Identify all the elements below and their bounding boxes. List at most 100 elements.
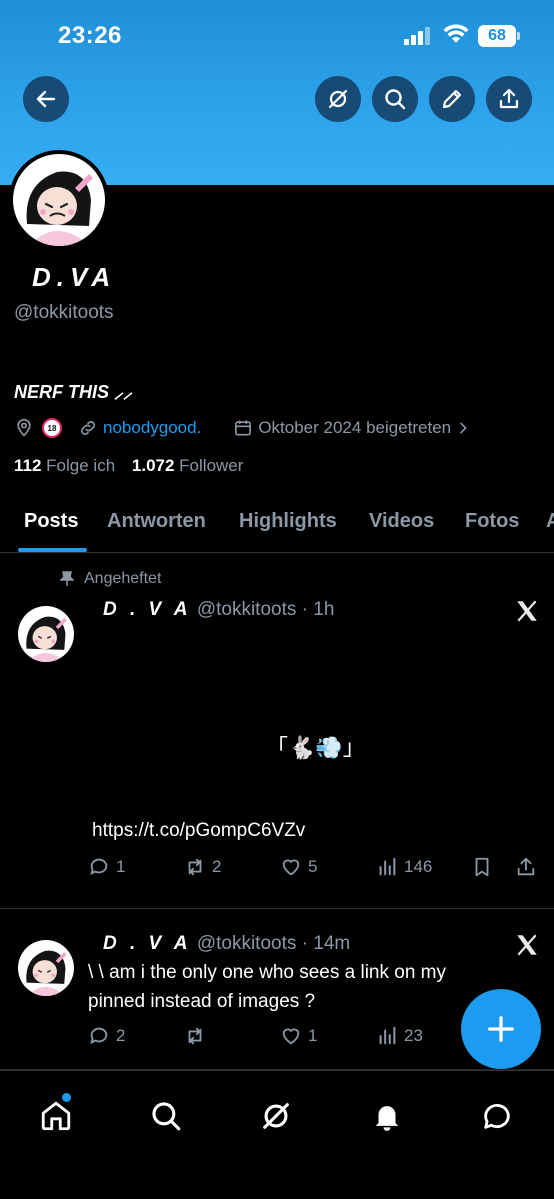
home-unread-dot — [62, 1093, 71, 1102]
share-button[interactable] — [486, 76, 532, 122]
edit-button[interactable] — [429, 76, 475, 122]
bookmark-icon — [475, 857, 489, 877]
search-button[interactable] — [372, 76, 418, 122]
search-icon — [152, 1102, 181, 1131]
repost-button[interactable] — [184, 1025, 212, 1047]
like-count: 5 — [308, 857, 318, 876]
bookmark-button[interactable] — [471, 856, 493, 878]
nav-notifications[interactable] — [370, 1099, 404, 1133]
pin-icon — [60, 571, 74, 586]
tab-photos[interactable]: Fotos — [465, 510, 519, 533]
heart-icon — [282, 859, 300, 876]
post-actions: 1 2 5 146 — [88, 856, 548, 880]
notifications-bell-icon — [375, 1106, 399, 1131]
tab-videos[interactable]: Videos — [369, 510, 434, 533]
back-arrow-icon — [36, 90, 56, 108]
nav-grok[interactable] — [259, 1099, 293, 1133]
grok-icon — [263, 1103, 289, 1129]
view-count: 146 — [404, 857, 433, 876]
reply-button[interactable]: 2 — [88, 1025, 125, 1047]
views-button[interactable]: 23 — [376, 1025, 423, 1047]
reply-count: 1 — [116, 857, 126, 876]
like-button[interactable]: 1 — [280, 1025, 317, 1047]
profile-display-name: D.VA — [32, 262, 117, 292]
post-header: D . V A @tokkitoots · 1h — [103, 599, 334, 621]
share-icon — [517, 857, 535, 876]
profile-bio: NERF THIS ⸝⸝ — [14, 382, 133, 402]
grok-button[interactable] — [315, 76, 361, 122]
search-icon — [385, 89, 406, 110]
post-author-name[interactable]: D . V A — [103, 933, 192, 954]
avatar-illustration — [18, 940, 74, 996]
battery-indicator: 68 — [478, 25, 520, 47]
link-icon — [81, 421, 95, 435]
status-time: 23:26 — [58, 22, 122, 49]
heart-icon — [282, 1028, 300, 1045]
post-author-name[interactable]: D . V A — [103, 599, 192, 620]
post-link[interactable]: https://t.co/pGompC6VZv — [92, 816, 305, 845]
profile-follow-counts: 112 Folge ich 1.072 Follower — [14, 456, 243, 476]
status-bar: 23:26 68 — [0, 0, 554, 70]
active-tab-indicator — [18, 548, 87, 552]
share-icon — [499, 88, 519, 109]
post-author-handle[interactable]: @tokkitoots — [197, 933, 297, 954]
followers-link[interactable]: 1.072 Follower — [132, 456, 244, 475]
tab-posts[interactable]: Posts — [24, 510, 78, 533]
view-count: 23 — [404, 1026, 423, 1045]
plus-icon — [488, 1016, 514, 1042]
x-logo-icon[interactable] — [514, 932, 540, 958]
compose-post-button[interactable] — [461, 989, 541, 1069]
reply-count: 2 — [116, 1026, 126, 1045]
reply-button[interactable]: 1 — [88, 856, 125, 878]
repost-count: 2 — [212, 857, 222, 876]
back-button[interactable] — [23, 76, 69, 122]
tab-replies[interactable]: Antworten — [107, 510, 206, 533]
location-pin-icon — [17, 418, 31, 437]
profile-joined-date[interactable]: Oktober 2024 beigetreten — [258, 418, 451, 438]
profile-tabs: Posts Antworten Highlights Videos Fotos … — [0, 500, 554, 553]
post-text-line-1: \ \ am i the only one who sees a link on… — [88, 962, 447, 983]
profile-website-link[interactable]: nobodygood. — [103, 418, 201, 438]
post-time[interactable]: · 14m — [302, 933, 351, 954]
nav-search[interactable] — [149, 1099, 183, 1133]
profile-handle: @tokkitoots — [14, 302, 114, 323]
grok-icon — [328, 89, 348, 109]
post-avatar[interactable] — [18, 606, 74, 662]
tab-articles-partial[interactable]: A — [546, 510, 554, 533]
pinned-indicator: Angeheftet — [60, 570, 161, 588]
x-logo-icon[interactable] — [514, 598, 540, 624]
profile-meta-row: 18 nobodygood. Oktober 2024 beigetreten — [14, 416, 471, 440]
post-time[interactable]: · 1h — [302, 599, 335, 620]
repost-button[interactable]: 2 — [184, 856, 221, 878]
chevron-right-icon — [460, 422, 467, 434]
post-emoji-text: 「🐇💨」 — [266, 735, 365, 760]
avatar-illustration — [18, 606, 74, 662]
like-button[interactable]: 5 — [280, 856, 317, 878]
views-chart-icon — [379, 857, 396, 876]
nav-messages[interactable] — [480, 1099, 514, 1133]
post-text-line-2: pinned instead of images ? — [88, 991, 316, 1012]
post-author-handle[interactable]: @tokkitoots — [197, 599, 297, 620]
post-avatar[interactable] — [18, 940, 74, 996]
post-share-button[interactable] — [515, 856, 537, 878]
profile-avatar[interactable] — [9, 150, 109, 250]
cellular-signal-icon — [404, 27, 430, 45]
like-count: 1 — [308, 1026, 318, 1045]
bottom-navigation — [0, 1070, 554, 1199]
following-link[interactable]: 112 Folge ich — [14, 456, 115, 475]
calendar-icon — [235, 420, 252, 436]
age-restriction-badge: 18 — [42, 418, 62, 438]
nav-home[interactable] — [39, 1099, 73, 1133]
messages-icon — [484, 1104, 510, 1129]
pinned-label: Angeheftet — [84, 570, 162, 587]
repost-icon — [188, 1027, 202, 1045]
tab-highlights[interactable]: Highlights — [239, 510, 337, 533]
edit-pencil-icon — [442, 89, 462, 109]
views-button[interactable]: 146 — [376, 856, 432, 878]
home-icon — [41, 1101, 71, 1131]
reply-bubble-icon — [90, 1027, 108, 1045]
post-header: D . V A @tokkitoots · 14m — [103, 933, 350, 955]
wifi-icon — [443, 24, 469, 43]
reply-bubble-icon — [90, 858, 108, 876]
repost-icon — [188, 858, 202, 876]
